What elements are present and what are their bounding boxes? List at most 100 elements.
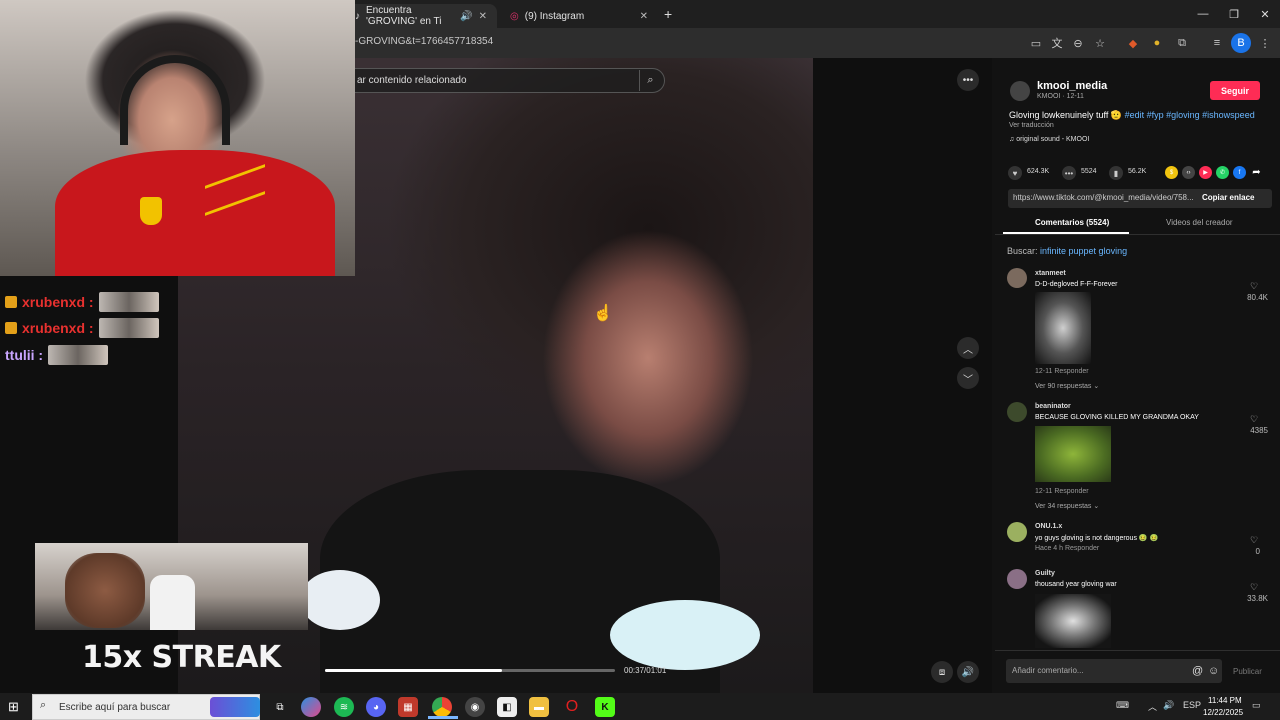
spotify-icon[interactable]: ≋ [334, 697, 354, 717]
comment-input[interactable]: Añadir comentario... [1006, 659, 1222, 683]
facebook-icon[interactable]: f [1233, 166, 1246, 179]
comment-avatar[interactable] [1007, 402, 1027, 422]
url-input[interactable]: -GROVING&t=1766457718354 [355, 36, 493, 47]
tab-tiktok-search[interactable]: ♪ Encuentra 'GROVING' en Ti 🔊 ✕ [345, 4, 497, 28]
copilot-icon[interactable] [301, 697, 321, 717]
streak-label: 15x STREAK [82, 640, 281, 675]
zoom-icon[interactable]: ⊖ [1068, 33, 1088, 53]
keyboard-icon[interactable]: ⌨ [1116, 700, 1129, 711]
related-search-input[interactable]: ar contenido relacionado [340, 68, 665, 93]
discord-icon[interactable]: ◕ [366, 697, 386, 717]
window-close-button[interactable]: ✕ [1250, 4, 1280, 24]
whatsapp-icon[interactable]: ✆ [1216, 166, 1229, 179]
comment-image[interactable] [1035, 426, 1111, 482]
follow-button[interactable]: Seguir [1210, 81, 1260, 100]
caption-hashtags[interactable]: #edit #fyp #gloving #ishowspeed [1122, 110, 1255, 120]
search-icon[interactable]: ⌕ [639, 70, 661, 91]
language-indicator[interactable]: ESP [1183, 700, 1201, 710]
tab-audio-icon[interactable]: 🔊 [460, 11, 472, 22]
comment-icon[interactable]: ••• [1062, 166, 1076, 180]
tab-creator-videos[interactable]: Videos del creador [1166, 218, 1233, 227]
extension-fox-icon[interactable]: ◆ [1123, 33, 1143, 53]
chat-emote [98, 318, 159, 338]
send-share-icon[interactable]: ▶ [1199, 166, 1212, 179]
comment-meta[interactable]: 12-11 Responder [1035, 488, 1089, 495]
pip-button[interactable]: ⧈ [931, 661, 953, 683]
heart-icon[interactable]: ♡ [1250, 535, 1258, 546]
search-highlight-image[interactable] [210, 697, 260, 717]
creator-subname: KMOOI · 12-11 [1037, 93, 1084, 100]
extensions-puzzle-icon[interactable]: ⧉ [1172, 33, 1192, 53]
clock-time[interactable]: 11:44 PM [1208, 696, 1242, 705]
sound-link[interactable]: ♫ original sound - KMOOI [1009, 136, 1089, 143]
comment-meta[interactable]: Hace 4 h Responder [1035, 545, 1099, 552]
minimize-button[interactable]: — [1188, 4, 1218, 24]
chat-username: xrubenxd : [22, 294, 94, 310]
comment-image[interactable] [1035, 594, 1111, 648]
comment-avatar[interactable] [1007, 268, 1027, 288]
heart-icon[interactable]: ♡ [1250, 414, 1258, 425]
bookmark-star-icon[interactable]: ☆ [1090, 33, 1110, 53]
comment-avatar[interactable] [1007, 569, 1027, 589]
copy-link-button[interactable]: Copiar enlace [1202, 193, 1254, 202]
search-suggestion-query[interactable]: infinite puppet gloving [1040, 246, 1127, 256]
capcut-icon[interactable]: ◧ [497, 697, 517, 717]
share-arrow-icon[interactable]: ➦ [1250, 166, 1263, 179]
comment-avatar[interactable] [1007, 522, 1027, 542]
comment-username[interactable]: ONU.1.x [1035, 523, 1062, 530]
app-red-icon[interactable]: ▦ [398, 697, 418, 717]
cast-icon[interactable]: ▭ [1026, 33, 1046, 53]
video-time: 00:37/01:01 [624, 666, 667, 675]
translate-link[interactable]: Ver traducción [1009, 122, 1054, 129]
kick-icon[interactable]: K [595, 697, 615, 717]
clock-date[interactable]: 12/22/2025 [1203, 708, 1243, 717]
view-replies-button[interactable]: Ver 34 respuestas ⌄ [1035, 502, 1099, 510]
task-view-icon[interactable]: ⧉ [270, 697, 290, 717]
coin-share-icon[interactable]: $ [1165, 166, 1178, 179]
volume-button[interactable]: 🔊 [957, 661, 979, 683]
previous-video-button[interactable]: ︿ [957, 337, 979, 359]
emoji-icon[interactable]: ☺ [1208, 665, 1219, 677]
opera-icon[interactable]: O [562, 697, 582, 717]
browser-menu-icon[interactable]: ⋮ [1255, 33, 1275, 53]
next-video-button[interactable]: ﹀ [957, 367, 979, 389]
tab-instagram[interactable]: ◎ (9) Instagram ✕ [500, 4, 658, 28]
comment-image[interactable] [1035, 292, 1091, 364]
tray-chevron-icon[interactable]: ︿ [1148, 700, 1157, 713]
heart-icon[interactable]: ♡ [1250, 582, 1258, 593]
extension-color-icon[interactable]: ● [1147, 33, 1167, 53]
windows-start-icon[interactable]: ⊞ [8, 699, 19, 715]
video-link-text[interactable]: https://www.tiktok.com/@kmooi_media/vide… [1013, 193, 1193, 202]
obs-icon[interactable]: ◉ [465, 697, 485, 717]
volume-icon[interactable]: 🔊 [1163, 700, 1174, 711]
heart-icon[interactable]: ♥ [1008, 166, 1022, 180]
tab-comments[interactable]: Comentarios (5524) [1035, 218, 1109, 227]
file-explorer-icon[interactable]: ▬ [529, 697, 549, 717]
streak-overlay-face [65, 553, 145, 628]
comment-username[interactable]: Guilty [1035, 570, 1055, 577]
creator-avatar[interactable] [1010, 81, 1030, 101]
new-tab-button[interactable]: + [664, 6, 672, 22]
chrome-icon[interactable] [432, 697, 452, 717]
view-replies-button[interactable]: Ver 90 respuestas ⌄ [1035, 382, 1099, 390]
search-suggestion[interactable]: Buscar: infinite puppet gloving [1007, 246, 1127, 256]
heart-icon[interactable]: ♡ [1250, 281, 1258, 292]
media-control-icon[interactable]: ≡ [1207, 33, 1227, 53]
webcam-crest [140, 197, 162, 225]
close-icon[interactable]: ✕ [479, 11, 487, 22]
comment-username[interactable]: beaninator [1035, 403, 1071, 410]
translate-icon[interactable]: 文 [1047, 33, 1067, 53]
creator-username[interactable]: kmooi_media [1037, 80, 1107, 92]
restore-button[interactable]: ❐ [1219, 4, 1249, 24]
comment-meta[interactable]: 12-11 Responder [1035, 368, 1089, 375]
publish-button[interactable]: Publicar [1233, 667, 1262, 676]
notifications-icon[interactable]: ▭ [1252, 700, 1261, 711]
profile-avatar[interactable]: B [1231, 33, 1251, 53]
chat-emote [48, 345, 109, 365]
comment-username[interactable]: xtanmeet [1035, 270, 1066, 277]
bookmark-icon[interactable]: ▮ [1109, 166, 1123, 180]
embed-icon[interactable]: ‹› [1182, 166, 1195, 179]
mention-icon[interactable]: @ [1192, 665, 1203, 677]
close-icon[interactable]: ✕ [640, 11, 648, 22]
more-options-icon[interactable]: ••• [957, 69, 979, 91]
